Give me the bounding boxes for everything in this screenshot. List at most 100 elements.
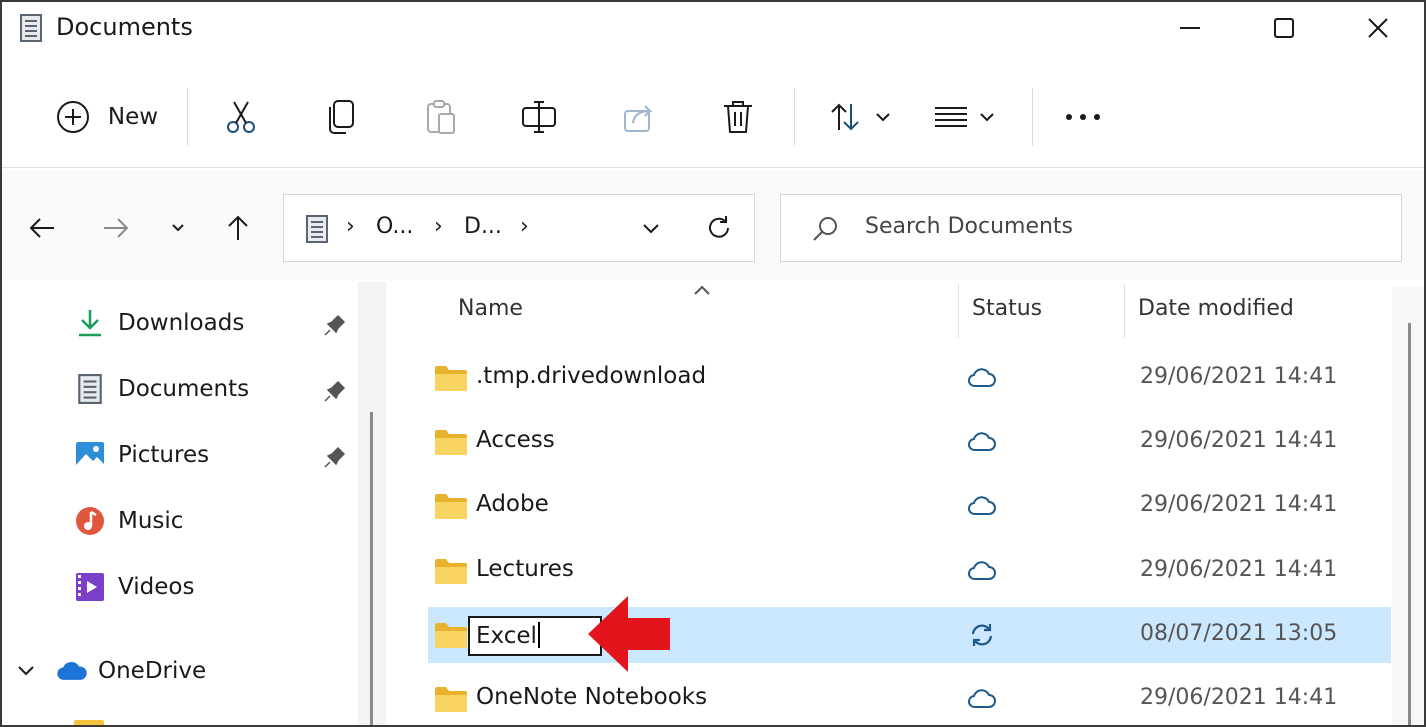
pin-icon[interactable] xyxy=(322,310,350,338)
folder-icon xyxy=(435,494,467,519)
sidebar-item-pictures[interactable]: Pictures xyxy=(62,430,362,480)
rename-button[interactable] xyxy=(510,86,568,148)
sort-button[interactable] xyxy=(820,86,900,148)
folder-icon xyxy=(435,559,467,584)
chevron-down-icon xyxy=(980,113,994,122)
scrollbar-thumb[interactable] xyxy=(1408,323,1411,725)
sidebar-item-label: Videos xyxy=(118,574,195,600)
text-caret xyxy=(537,622,540,648)
file-name: Access xyxy=(476,427,555,453)
forward-button[interactable] xyxy=(94,206,138,250)
folder-icon xyxy=(435,623,467,648)
more-icon xyxy=(1066,114,1100,120)
view-button[interactable] xyxy=(924,86,1004,148)
minimize-button[interactable] xyxy=(1142,2,1238,54)
window-title: Documents xyxy=(56,13,193,41)
sidebar-scrollbar-thumb[interactable] xyxy=(370,412,373,725)
file-name: .tmp.drivedownload xyxy=(476,363,707,389)
chevron-down-icon[interactable] xyxy=(16,664,36,678)
address-bar[interactable]: › O... › D... › xyxy=(283,194,755,262)
date-modified: 29/06/2021 14:41 xyxy=(1140,428,1338,453)
table-row[interactable]: .tmp.drivedownload 29/06/2021 14:41 xyxy=(428,350,1391,406)
table-row[interactable]: Adobe 29/06/2021 14:41 xyxy=(428,478,1391,534)
pin-icon[interactable] xyxy=(322,442,350,470)
cloud-icon xyxy=(968,496,996,515)
annotation-arrow-icon xyxy=(588,596,670,672)
more-button[interactable] xyxy=(1054,86,1112,148)
toolbar-divider xyxy=(794,88,795,146)
date-modified: 29/06/2021 14:41 xyxy=(1140,364,1338,389)
cloud-icon xyxy=(968,561,996,580)
folder-icon xyxy=(435,430,467,455)
paste-icon xyxy=(427,100,455,134)
breadcrumb-separator: › xyxy=(434,214,443,239)
navigation-bar: › O... › D... › Search Documents xyxy=(2,170,1424,280)
copy-button[interactable] xyxy=(312,86,370,148)
date-modified: 29/06/2021 14:41 xyxy=(1140,557,1338,582)
file-explorer-window: Documents New › O... › D... › Search Doc… xyxy=(0,0,1426,727)
search-box[interactable]: Search Documents xyxy=(780,194,1402,262)
paste-button[interactable] xyxy=(412,86,470,148)
breadcrumb-item[interactable]: D... xyxy=(464,214,502,239)
maximize-button[interactable] xyxy=(1236,2,1332,54)
maximize-icon xyxy=(1274,18,1294,38)
view-icon xyxy=(935,107,967,127)
arrow-left-icon xyxy=(29,218,54,238)
table-row[interactable]: Lectures 29/06/2021 14:41 xyxy=(428,543,1391,599)
toolbar-divider xyxy=(1032,88,1033,146)
chevron-down-icon[interactable] xyxy=(642,223,660,235)
cut-button[interactable] xyxy=(212,86,270,148)
column-header-status[interactable]: Status xyxy=(972,296,1042,321)
chevron-down-icon xyxy=(172,224,184,232)
up-button[interactable] xyxy=(216,206,260,250)
minimize-icon xyxy=(1180,27,1200,29)
table-row[interactable]: OneNote Notebooks 29/06/2021 14:41 xyxy=(428,671,1391,725)
toolbar-divider xyxy=(187,88,188,146)
document-icon xyxy=(78,374,102,404)
sidebar-item-documents[interactable]: Documents xyxy=(62,364,362,414)
column-divider[interactable] xyxy=(1124,284,1125,338)
rename-input-text: Excel xyxy=(476,623,537,649)
sidebar-item-label: Documents xyxy=(118,376,250,402)
column-divider[interactable] xyxy=(958,284,959,338)
refresh-icon[interactable] xyxy=(706,215,732,241)
plus-circle-icon xyxy=(56,101,89,133)
arrow-right-icon xyxy=(104,218,129,238)
sidebar-item-videos[interactable]: Videos xyxy=(62,562,362,612)
download-icon xyxy=(79,310,101,337)
date-modified: 29/06/2021 14:41 xyxy=(1140,492,1338,517)
folder-icon xyxy=(74,720,104,725)
rename-input-value: Excel xyxy=(476,622,540,649)
delete-button[interactable] xyxy=(709,86,767,148)
file-name: Lectures xyxy=(476,556,574,582)
copy-icon xyxy=(329,100,354,134)
cut-icon xyxy=(227,101,255,133)
date-modified: 08/07/2021 13:05 xyxy=(1140,621,1338,646)
folder-icon xyxy=(435,687,467,712)
breadcrumb-item[interactable]: O... xyxy=(376,214,413,239)
pin-icon[interactable] xyxy=(322,376,350,404)
chevron-down-icon xyxy=(876,113,890,122)
column-header-date-modified[interactable]: Date modified xyxy=(1138,296,1294,321)
cloud-icon xyxy=(968,368,996,387)
recent-locations-button[interactable] xyxy=(156,206,200,250)
column-header-name[interactable]: Name xyxy=(458,296,523,321)
sidebar-item-music[interactable]: Music xyxy=(62,496,362,546)
file-list-scrollbar[interactable] xyxy=(1392,287,1424,725)
table-row-selected[interactable]: Excel 08/07/2021 13:05 xyxy=(428,607,1391,663)
new-button[interactable]: New xyxy=(42,86,172,148)
close-icon xyxy=(1368,18,1388,38)
rename-input[interactable]: Excel xyxy=(468,616,602,656)
breadcrumb-separator: › xyxy=(520,214,529,239)
back-button[interactable] xyxy=(20,206,64,250)
file-name: Adobe xyxy=(476,491,549,517)
search-input[interactable]: Search Documents xyxy=(865,214,1073,239)
sidebar-item-onedrive[interactable]: OneDrive xyxy=(12,646,312,696)
table-row[interactable]: Access 29/06/2021 14:41 xyxy=(428,414,1391,470)
date-modified: 29/06/2021 14:41 xyxy=(1140,685,1338,710)
close-button[interactable] xyxy=(1330,2,1424,54)
sidebar-item-label: Music xyxy=(118,508,184,534)
sidebar-item-label: Pictures xyxy=(118,442,210,468)
sidebar-item-downloads[interactable]: Downloads xyxy=(62,298,362,348)
share-button[interactable] xyxy=(610,86,668,148)
